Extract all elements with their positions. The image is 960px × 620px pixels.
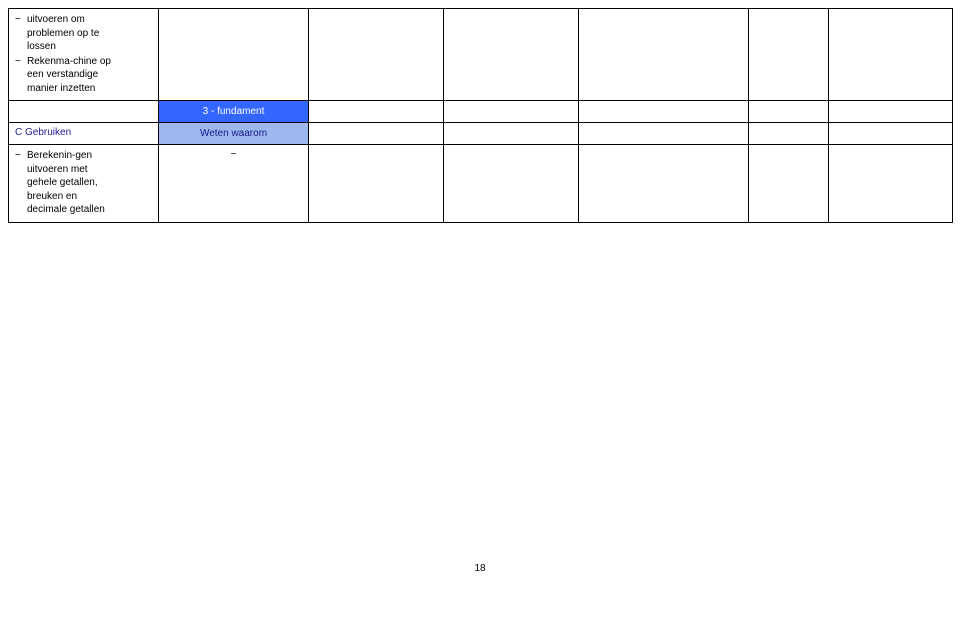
cell-empty bbox=[159, 9, 309, 101]
cell-empty bbox=[309, 123, 444, 145]
text: manier inzetten bbox=[27, 83, 95, 94]
table-row: C Gebruiken Weten waarom bbox=[9, 123, 953, 145]
cell-weten-waarom: Weten waarom bbox=[159, 123, 309, 145]
text: Berekenin-gen bbox=[27, 150, 92, 161]
table-row: 3 - fundament bbox=[9, 101, 953, 123]
text: een verstandige bbox=[27, 69, 98, 80]
text: lossen bbox=[27, 41, 56, 52]
cell-empty bbox=[444, 9, 579, 101]
cell-empty bbox=[829, 101, 953, 123]
table-row: Berekenin-gen uitvoeren met gehele getal… bbox=[9, 145, 953, 223]
cell-empty bbox=[579, 145, 749, 223]
cell-empty bbox=[309, 9, 444, 101]
cell-empty bbox=[829, 145, 953, 223]
cell-empty bbox=[444, 101, 579, 123]
list-item: Berekenin-gen uitvoeren met gehele getal… bbox=[15, 149, 152, 217]
cell-empty bbox=[309, 145, 444, 223]
cell-empty bbox=[444, 145, 579, 223]
cell-empty bbox=[9, 101, 159, 123]
cell-empty bbox=[749, 101, 829, 123]
text: problemen op te bbox=[27, 28, 99, 39]
text: Rekenma-chine op bbox=[27, 56, 111, 67]
text: gehele getallen, bbox=[27, 177, 98, 188]
cell-empty bbox=[749, 9, 829, 101]
list-item: Rekenma-chine op een verstandige manier … bbox=[15, 55, 152, 96]
cell-empty bbox=[309, 101, 444, 123]
text: decimale getallen bbox=[27, 204, 105, 215]
cell-empty bbox=[444, 123, 579, 145]
cell-empty bbox=[749, 123, 829, 145]
text: uitvoeren met bbox=[27, 164, 88, 175]
cell-empty bbox=[579, 101, 749, 123]
bullet-list: uitvoeren om problemen op te lossen Reke… bbox=[15, 13, 152, 95]
bullet-list: Berekenin-gen uitvoeren met gehele getal… bbox=[15, 149, 152, 217]
text: breuken en bbox=[27, 191, 77, 202]
cell-empty bbox=[579, 9, 749, 101]
content-table: uitvoeren om problemen op te lossen Reke… bbox=[8, 8, 953, 223]
cell-empty bbox=[829, 9, 953, 101]
cell-empty bbox=[749, 145, 829, 223]
list-item: uitvoeren om problemen op te lossen bbox=[15, 13, 152, 54]
cell-empty bbox=[579, 123, 749, 145]
cell-dash: − bbox=[159, 145, 309, 223]
page-number: 18 bbox=[8, 563, 952, 574]
cell-list: uitvoeren om problemen op te lossen Reke… bbox=[9, 9, 159, 101]
text: uitvoeren om bbox=[27, 14, 85, 25]
table-row: uitvoeren om problemen op te lossen Reke… bbox=[9, 9, 953, 101]
cell-empty bbox=[829, 123, 953, 145]
cell-list: Berekenin-gen uitvoeren met gehele getal… bbox=[9, 145, 159, 223]
cell-fundament: 3 - fundament bbox=[159, 101, 309, 123]
cell-section-title: C Gebruiken bbox=[9, 123, 159, 145]
